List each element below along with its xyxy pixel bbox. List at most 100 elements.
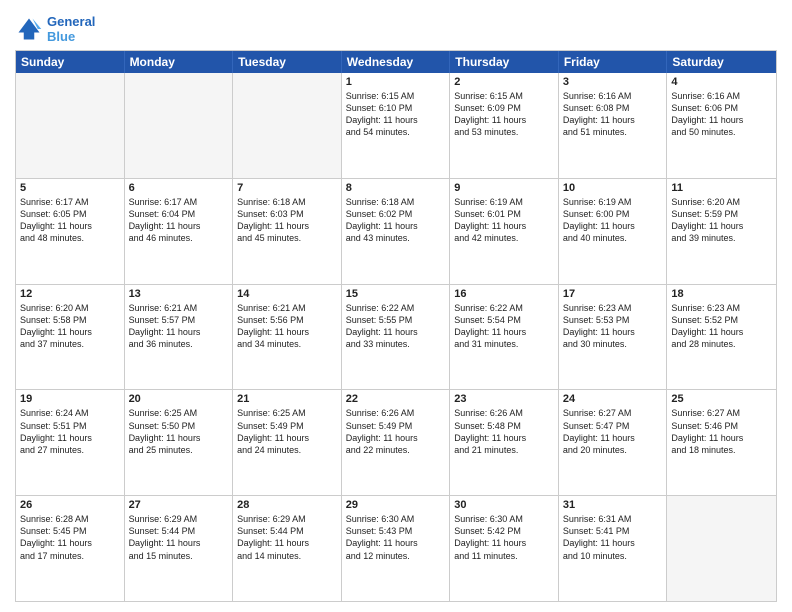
day-info: Sunrise: 6:15 AM Sunset: 6:09 PM Dayligh…	[454, 90, 554, 139]
day-info: Sunrise: 6:25 AM Sunset: 5:49 PM Dayligh…	[237, 407, 337, 456]
day-number: 25	[671, 393, 772, 405]
calendar-cell: 6Sunrise: 6:17 AM Sunset: 6:04 PM Daylig…	[125, 179, 234, 284]
day-number: 18	[671, 288, 772, 300]
calendar-cell: 18 Sunrise: 6:23 AM Sunset: 5:52 PM Dayli…	[667, 285, 776, 390]
calendar-cell	[125, 73, 234, 178]
day-number: 28	[237, 499, 337, 511]
day-number: 23	[454, 393, 554, 405]
calendar-cell: 5 Sunrise: 6:17 AM Sunset: 6:05 PM Daylig…	[16, 179, 125, 284]
calendar-week-1: 1Sunrise: 6:15 AM Sunset: 6:10 PM Daylig…	[16, 73, 776, 179]
day-info: Sunrise: 6:15 AM Sunset: 6:10 PM Dayligh…	[346, 90, 446, 139]
calendar: SundayMondayTuesdayWednesdayThursdayFrid…	[15, 50, 777, 602]
day-info: Sunrise: 6:20 AM Sunset: 5:58 PM Dayligh…	[20, 302, 120, 351]
calendar-cell: 4Sunrise: 6:16 AM Sunset: 6:06 PM Daylig…	[667, 73, 776, 178]
day-info: Sunrise: 6:21 AM Sunset: 5:56 PM Dayligh…	[237, 302, 337, 351]
calendar-cell: 21 Sunrise: 6:25 AM Sunset: 5:49 PM Dayli…	[233, 390, 342, 495]
day-info: Sunrise: 6:18 AM Sunset: 6:02 PM Dayligh…	[346, 196, 446, 245]
day-info: Sunrise: 6:23 AM Sunset: 5:53 PM Dayligh…	[563, 302, 663, 351]
day-info: Sunrise: 6:17 AM Sunset: 6:05 PM Dayligh…	[20, 196, 120, 245]
logo: General Blue	[15, 14, 95, 44]
day-info: Sunrise: 6:25 AM Sunset: 5:50 PM Dayligh…	[129, 407, 229, 456]
day-info: Sunrise: 6:30 AM Sunset: 5:42 PM Dayligh…	[454, 513, 554, 562]
calendar-cell: 15 Sunrise: 6:22 AM Sunset: 5:55 PM Dayli…	[342, 285, 451, 390]
calendar-cell: 27Sunrise: 6:29 AM Sunset: 5:44 PM Dayli…	[125, 496, 234, 601]
calendar-cell: 17 Sunrise: 6:23 AM Sunset: 5:53 PM Dayli…	[559, 285, 668, 390]
day-info: Sunrise: 6:20 AM Sunset: 5:59 PM Dayligh…	[671, 196, 772, 245]
header: General Blue	[15, 10, 777, 44]
calendar-cell	[16, 73, 125, 178]
day-number: 7	[237, 182, 337, 194]
day-number: 3	[563, 76, 663, 88]
day-info: Sunrise: 6:31 AM Sunset: 5:41 PM Dayligh…	[563, 513, 663, 562]
day-number: 27	[129, 499, 229, 511]
calendar-cell: 19 Sunrise: 6:24 AM Sunset: 5:51 PM Dayli…	[16, 390, 125, 495]
day-number: 29	[346, 499, 446, 511]
day-number: 21	[237, 393, 337, 405]
calendar-week-2: 5 Sunrise: 6:17 AM Sunset: 6:05 PM Daylig…	[16, 179, 776, 285]
day-info: Sunrise: 6:21 AM Sunset: 5:57 PM Dayligh…	[129, 302, 229, 351]
day-number: 11	[671, 182, 772, 194]
calendar-cell: 25 Sunrise: 6:27 AM Sunset: 5:46 PM Dayli…	[667, 390, 776, 495]
day-info: Sunrise: 6:23 AM Sunset: 5:52 PM Dayligh…	[671, 302, 772, 351]
calendar-cell: 29 Sunrise: 6:30 AM Sunset: 5:43 PM Dayli…	[342, 496, 451, 601]
day-number: 5	[20, 182, 120, 194]
day-number: 24	[563, 393, 663, 405]
day-number: 12	[20, 288, 120, 300]
day-info: Sunrise: 6:28 AM Sunset: 5:45 PM Dayligh…	[20, 513, 120, 562]
header-day-thursday: Thursday	[450, 51, 559, 73]
calendar-cell: 14 Sunrise: 6:21 AM Sunset: 5:56 PM Dayli…	[233, 285, 342, 390]
day-info: Sunrise: 6:26 AM Sunset: 5:48 PM Dayligh…	[454, 407, 554, 456]
day-number: 8	[346, 182, 446, 194]
calendar-cell: 10 Sunrise: 6:19 AM Sunset: 6:00 PM Dayli…	[559, 179, 668, 284]
header-day-monday: Monday	[125, 51, 234, 73]
calendar-week-3: 12 Sunrise: 6:20 AM Sunset: 5:58 PM Dayli…	[16, 285, 776, 391]
calendar-cell: 13 Sunrise: 6:21 AM Sunset: 5:57 PM Dayli…	[125, 285, 234, 390]
day-number: 13	[129, 288, 229, 300]
day-number: 14	[237, 288, 337, 300]
header-day-saturday: Saturday	[667, 51, 776, 73]
day-info: Sunrise: 6:22 AM Sunset: 5:54 PM Dayligh…	[454, 302, 554, 351]
day-info: Sunrise: 6:16 AM Sunset: 6:08 PM Dayligh…	[563, 90, 663, 139]
calendar-cell: 22Sunrise: 6:26 AM Sunset: 5:49 PM Dayli…	[342, 390, 451, 495]
calendar-cell: 2Sunrise: 6:15 AM Sunset: 6:09 PM Daylig…	[450, 73, 559, 178]
logo-icon	[15, 15, 43, 43]
calendar-cell	[667, 496, 776, 601]
calendar-week-5: 26Sunrise: 6:28 AM Sunset: 5:45 PM Dayli…	[16, 496, 776, 601]
header-day-tuesday: Tuesday	[233, 51, 342, 73]
day-info: Sunrise: 6:29 AM Sunset: 5:44 PM Dayligh…	[237, 513, 337, 562]
day-info: Sunrise: 6:26 AM Sunset: 5:49 PM Dayligh…	[346, 407, 446, 456]
calendar-week-4: 19 Sunrise: 6:24 AM Sunset: 5:51 PM Dayli…	[16, 390, 776, 496]
day-number: 19	[20, 393, 120, 405]
day-number: 20	[129, 393, 229, 405]
calendar-cell: 26Sunrise: 6:28 AM Sunset: 5:45 PM Dayli…	[16, 496, 125, 601]
day-number: 10	[563, 182, 663, 194]
day-number: 16	[454, 288, 554, 300]
day-info: Sunrise: 6:18 AM Sunset: 6:03 PM Dayligh…	[237, 196, 337, 245]
day-info: Sunrise: 6:22 AM Sunset: 5:55 PM Dayligh…	[346, 302, 446, 351]
day-info: Sunrise: 6:24 AM Sunset: 5:51 PM Dayligh…	[20, 407, 120, 456]
page: General Blue SundayMondayTuesdayWednesda…	[0, 0, 792, 612]
day-number: 17	[563, 288, 663, 300]
day-info: Sunrise: 6:30 AM Sunset: 5:43 PM Dayligh…	[346, 513, 446, 562]
day-info: Sunrise: 6:27 AM Sunset: 5:47 PM Dayligh…	[563, 407, 663, 456]
day-number: 30	[454, 499, 554, 511]
calendar-cell	[233, 73, 342, 178]
calendar-cell: 31Sunrise: 6:31 AM Sunset: 5:41 PM Dayli…	[559, 496, 668, 601]
day-info: Sunrise: 6:27 AM Sunset: 5:46 PM Dayligh…	[671, 407, 772, 456]
calendar-cell: 23 Sunrise: 6:26 AM Sunset: 5:48 PM Dayli…	[450, 390, 559, 495]
day-number: 15	[346, 288, 446, 300]
logo-text: General Blue	[47, 14, 95, 44]
calendar-cell: 12 Sunrise: 6:20 AM Sunset: 5:58 PM Dayli…	[16, 285, 125, 390]
day-number: 6	[129, 182, 229, 194]
calendar-cell: 9Sunrise: 6:19 AM Sunset: 6:01 PM Daylig…	[450, 179, 559, 284]
calendar-cell: 16 Sunrise: 6:22 AM Sunset: 5:54 PM Dayli…	[450, 285, 559, 390]
calendar-cell: 30 Sunrise: 6:30 AM Sunset: 5:42 PM Dayli…	[450, 496, 559, 601]
calendar-cell: 28 Sunrise: 6:29 AM Sunset: 5:44 PM Dayli…	[233, 496, 342, 601]
calendar-cell: 11 Sunrise: 6:20 AM Sunset: 5:59 PM Dayli…	[667, 179, 776, 284]
day-info: Sunrise: 6:19 AM Sunset: 6:00 PM Dayligh…	[563, 196, 663, 245]
day-number: 4	[671, 76, 772, 88]
calendar-cell: 24 Sunrise: 6:27 AM Sunset: 5:47 PM Dayli…	[559, 390, 668, 495]
calendar-cell: 1Sunrise: 6:15 AM Sunset: 6:10 PM Daylig…	[342, 73, 451, 178]
calendar-header: SundayMondayTuesdayWednesdayThursdayFrid…	[16, 51, 776, 73]
calendar-cell: 3 Sunrise: 6:16 AM Sunset: 6:08 PM Daylig…	[559, 73, 668, 178]
